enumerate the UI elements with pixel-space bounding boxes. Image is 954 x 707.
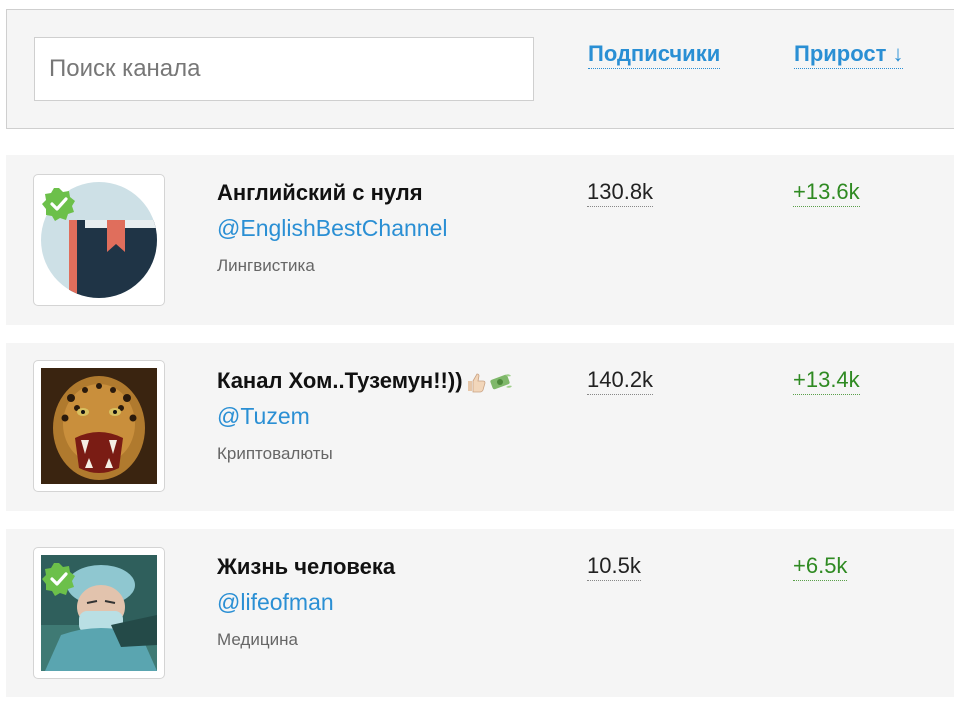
channel-handle-link[interactable]: @lifeofman [217, 589, 334, 616]
channel-avatar[interactable] [33, 360, 165, 492]
growth-count: +13.6k [793, 180, 860, 207]
verified-icon [42, 563, 75, 596]
subscribers-count: 140.2k [587, 368, 654, 395]
verified-icon [42, 188, 75, 221]
sort-subscribers-link[interactable]: Подписчики [588, 42, 721, 69]
channel-handle-link[interactable]: @EnglishBestChannel [217, 215, 447, 242]
sort-growth-link[interactable]: Прирост ↓ [794, 42, 904, 69]
search-header: Подписчики Прирост ↓ [6, 9, 954, 129]
channel-name[interactable]: Английский с нуля [217, 180, 423, 206]
money-icon [489, 374, 512, 390]
channel-handle-link[interactable]: @Tuzem [217, 403, 310, 430]
thumbs-up-icon [467, 373, 485, 393]
channel-row: Английский с нуля @EnglishBestChannel Ли… [6, 155, 954, 325]
channel-name[interactable]: Канал Хом..Туземун!!)) [217, 368, 513, 394]
channel-name[interactable]: Жизнь человека [217, 554, 395, 580]
leopard-image [41, 368, 157, 484]
channel-category: Криптовалюты [217, 444, 333, 463]
growth-count: +13.4k [793, 368, 860, 395]
growth-count: +6.5k [793, 554, 848, 581]
channel-row: Канал Хом..Туземун!!)) @Tuzem Криптовалю… [6, 343, 954, 511]
channel-name-text: Канал Хом..Туземун!!)) [217, 368, 463, 393]
channel-avatar[interactable] [33, 547, 165, 679]
channel-row: Жизнь человека @lifeofman Медицина 10.5k… [6, 529, 954, 697]
subscribers-count: 130.8k [587, 180, 654, 207]
channel-category: Медицина [217, 630, 298, 649]
search-input[interactable] [34, 37, 534, 101]
channel-avatar[interactable] [33, 174, 165, 306]
channel-category: Лингвистика [217, 256, 315, 275]
subscribers-count: 10.5k [587, 554, 641, 581]
